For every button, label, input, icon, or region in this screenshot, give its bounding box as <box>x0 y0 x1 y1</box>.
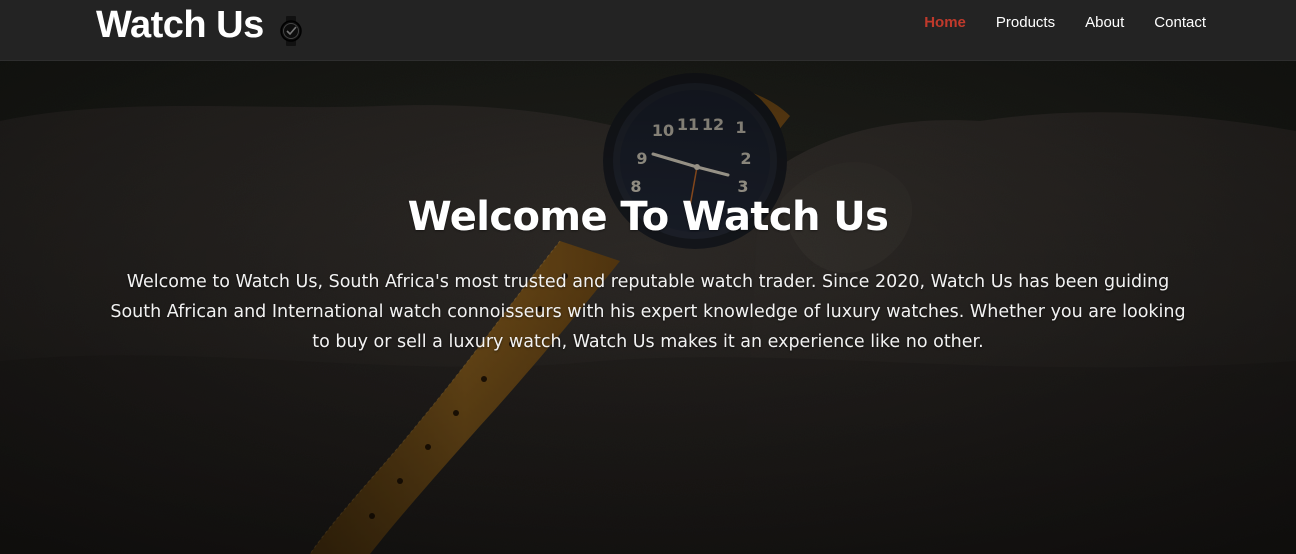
navbar: Watch Us Home Products About Contact <box>0 0 1296 61</box>
hero-section: 11 12 1 10 2 9 3 8 Welcome To Watch Us W… <box>0 61 1296 554</box>
nav-menu: Home Products About Contact <box>924 12 1206 33</box>
nav-about-link[interactable]: About <box>1085 12 1124 33</box>
nav-contact-link[interactable]: Contact <box>1154 12 1206 33</box>
hero-description: Welcome to Watch Us, South Africa's most… <box>110 272 1186 352</box>
brand-name: Watch Us <box>96 4 264 46</box>
nav-home-link[interactable]: Home <box>924 12 966 33</box>
brand-link[interactable]: Watch Us <box>96 4 304 47</box>
hero-title: Welcome To Watch Us <box>407 194 889 240</box>
watch-icon <box>279 15 302 46</box>
nav-products-link[interactable]: Products <box>996 12 1055 33</box>
